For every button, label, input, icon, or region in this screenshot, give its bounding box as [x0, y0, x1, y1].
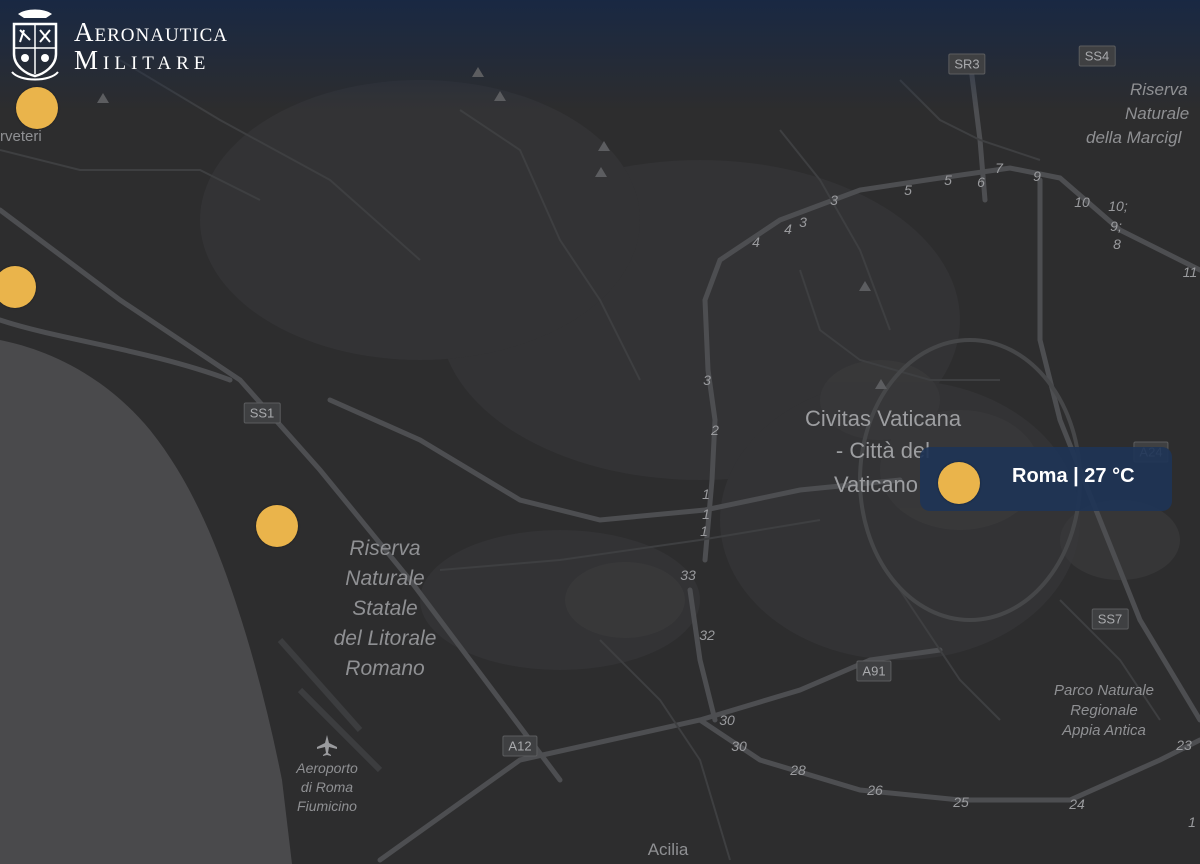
mountain-peak-icon	[595, 167, 607, 177]
brand-line-2: Militare	[74, 45, 211, 75]
mountain-peak-icon	[494, 91, 506, 101]
road-number: 30	[719, 712, 735, 728]
airport-label-1: Aeroporto	[296, 760, 358, 776]
road-number: 9	[1033, 168, 1041, 184]
road-number: 7	[995, 160, 1003, 176]
reserve-label-5: Romano	[345, 657, 425, 680]
place-label-acilia: Acilia	[647, 840, 689, 859]
road-shield-ss1: SS1	[243, 402, 281, 424]
mountain-peak-icon	[598, 141, 610, 151]
road-number: 10	[1074, 194, 1090, 210]
brand-name: Aeronautica Militare	[74, 16, 228, 75]
mountain-peak-icon	[859, 281, 871, 291]
road-number: 4	[784, 221, 792, 237]
road-shield-ss7: SS7	[1091, 608, 1129, 630]
mountain-peak-icon	[472, 67, 484, 77]
marcigliana-label-3: della Marcigl	[1086, 128, 1182, 147]
road-shield-sr3: SR3	[948, 53, 986, 75]
road-number: 9;	[1110, 218, 1122, 234]
airport-label-3: Fiumicino	[297, 798, 357, 814]
road-shield-a91: A91	[856, 660, 892, 682]
road-number: 3	[830, 192, 838, 208]
reserve-label-3: Statale	[352, 597, 418, 620]
road-number: 1	[702, 486, 710, 502]
coat-of-arms-icon	[11, 9, 59, 81]
road-number: 28	[790, 762, 806, 778]
appia-label-2: Regionale	[1070, 702, 1138, 719]
road-number: 1	[700, 523, 708, 539]
map-base-layer	[0, 0, 1200, 864]
road-number: 3	[703, 372, 711, 388]
road-number: 23	[1176, 737, 1192, 753]
road-number: 11	[1182, 264, 1198, 280]
tooltip-city-temperature: Roma | 27 °C	[1012, 465, 1135, 487]
marcigliana-label-1: Riserva	[1130, 80, 1188, 99]
weather-station-marker-fiumicino[interactable]	[256, 505, 298, 547]
road-number: 3	[799, 214, 807, 230]
mountain-peak-icon	[875, 379, 887, 389]
mountain-peak-icon	[97, 93, 109, 103]
road-number: 1	[1188, 814, 1196, 830]
road-number: 32	[699, 627, 715, 643]
road-shield-a12: A12	[502, 735, 538, 757]
marcigliana-label-2: Naturale	[1125, 104, 1190, 123]
road-number: 8	[1113, 236, 1121, 252]
place-label-cerveteri: rveteri	[0, 128, 42, 145]
reserve-label-1: Riserva	[349, 537, 421, 560]
road-number: 24	[1069, 796, 1085, 812]
place-label-vatican-3: Vaticano	[834, 472, 918, 497]
road-number: 25	[953, 794, 969, 810]
appia-label-1: Parco Naturale	[1053, 682, 1155, 699]
road-number: 5	[904, 182, 912, 198]
road-shield-ss4: SS4	[1078, 45, 1116, 67]
road-number: 10;	[1108, 198, 1128, 214]
road-number: 33	[680, 567, 696, 583]
road-number: 5	[944, 172, 952, 188]
brand-logo[interactable]: Aeronautica Militare	[6, 6, 228, 86]
place-label-vatican-1: Civitas Vaticana	[804, 406, 962, 431]
airplane-icon	[317, 735, 337, 756]
weather-station-marker-roma[interactable]	[938, 462, 980, 504]
brand-line-1: Aeronautica	[74, 16, 228, 47]
road-number: 26	[867, 782, 883, 798]
place-label-vatican-2: - Città del	[835, 438, 931, 463]
reserve-label-2: Naturale	[345, 567, 425, 590]
road-number: 6	[977, 174, 985, 190]
reserve-label-4: del Litorale	[333, 627, 437, 650]
road-number: 30	[731, 738, 747, 754]
weather-map[interactable]: Aeronautica Militare rveteri Civitas Vat…	[0, 0, 1200, 864]
appia-label-3: Appia Antica	[1062, 722, 1146, 739]
weather-station-marker-cerveteri[interactable]	[16, 87, 58, 129]
airport-label-2: di Roma	[300, 779, 354, 795]
road-number: 2	[711, 422, 719, 438]
road-number: 1	[702, 506, 710, 522]
road-number: 4	[752, 234, 760, 250]
